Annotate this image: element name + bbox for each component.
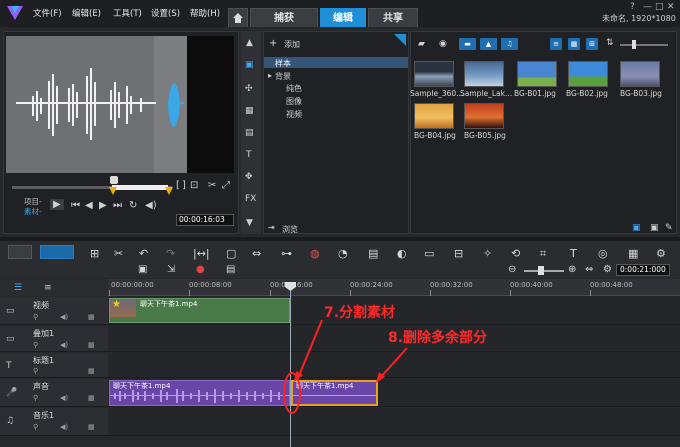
annotation-delete: 8.删除多余部分 xyxy=(388,330,488,346)
annotation-arrows xyxy=(294,319,408,383)
annotation-split: 7.分割素材 xyxy=(324,305,396,321)
video-editor-window: 文件(F) 编辑(E) 工具(T) 设置(S) 帮助(H) 捕获 编辑 共享 ?… xyxy=(0,0,680,447)
